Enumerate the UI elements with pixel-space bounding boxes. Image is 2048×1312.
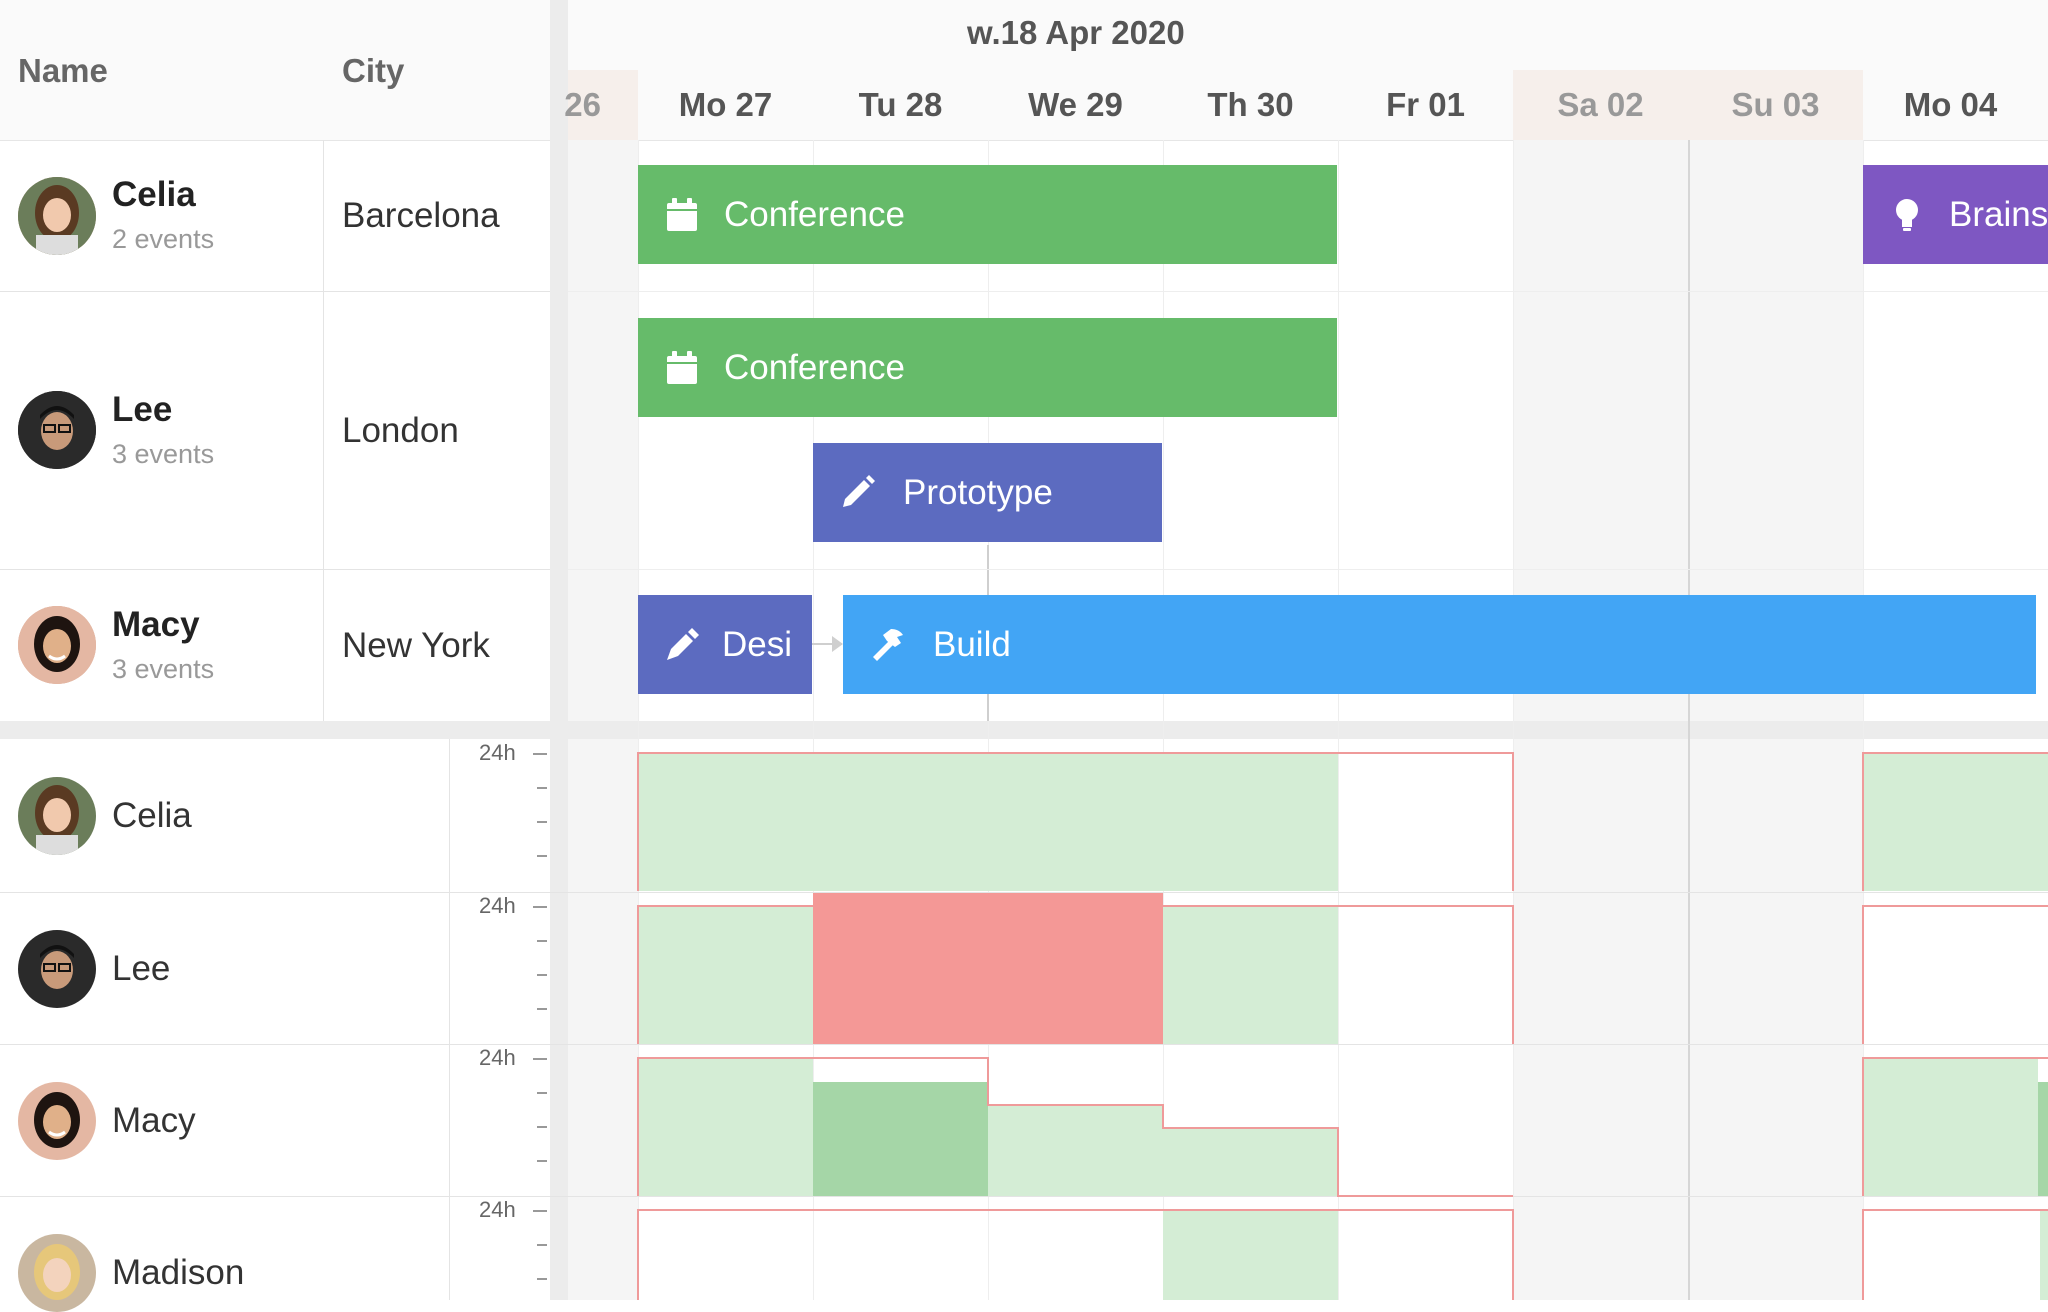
histogram-bar [1863,1058,2038,1196]
histogram-bar [1863,753,2048,891]
histogram-bar [638,1058,813,1196]
histogram-bar [2038,1082,2048,1196]
histogram-bar [638,906,813,1044]
histogram-bar [988,1105,1163,1196]
histogram-bar [638,753,1338,891]
histogram-bar [813,1082,988,1196]
histogram-bar [1163,1128,1338,1196]
resource-histogram [637,752,2048,1300]
histogram-bar [2040,1210,2048,1300]
histogram-bar [1163,906,1338,1044]
histogram-bar [1163,1210,1338,1300]
histogram-overload-bar [813,893,1163,1044]
capacity-line [637,1209,2048,1300]
